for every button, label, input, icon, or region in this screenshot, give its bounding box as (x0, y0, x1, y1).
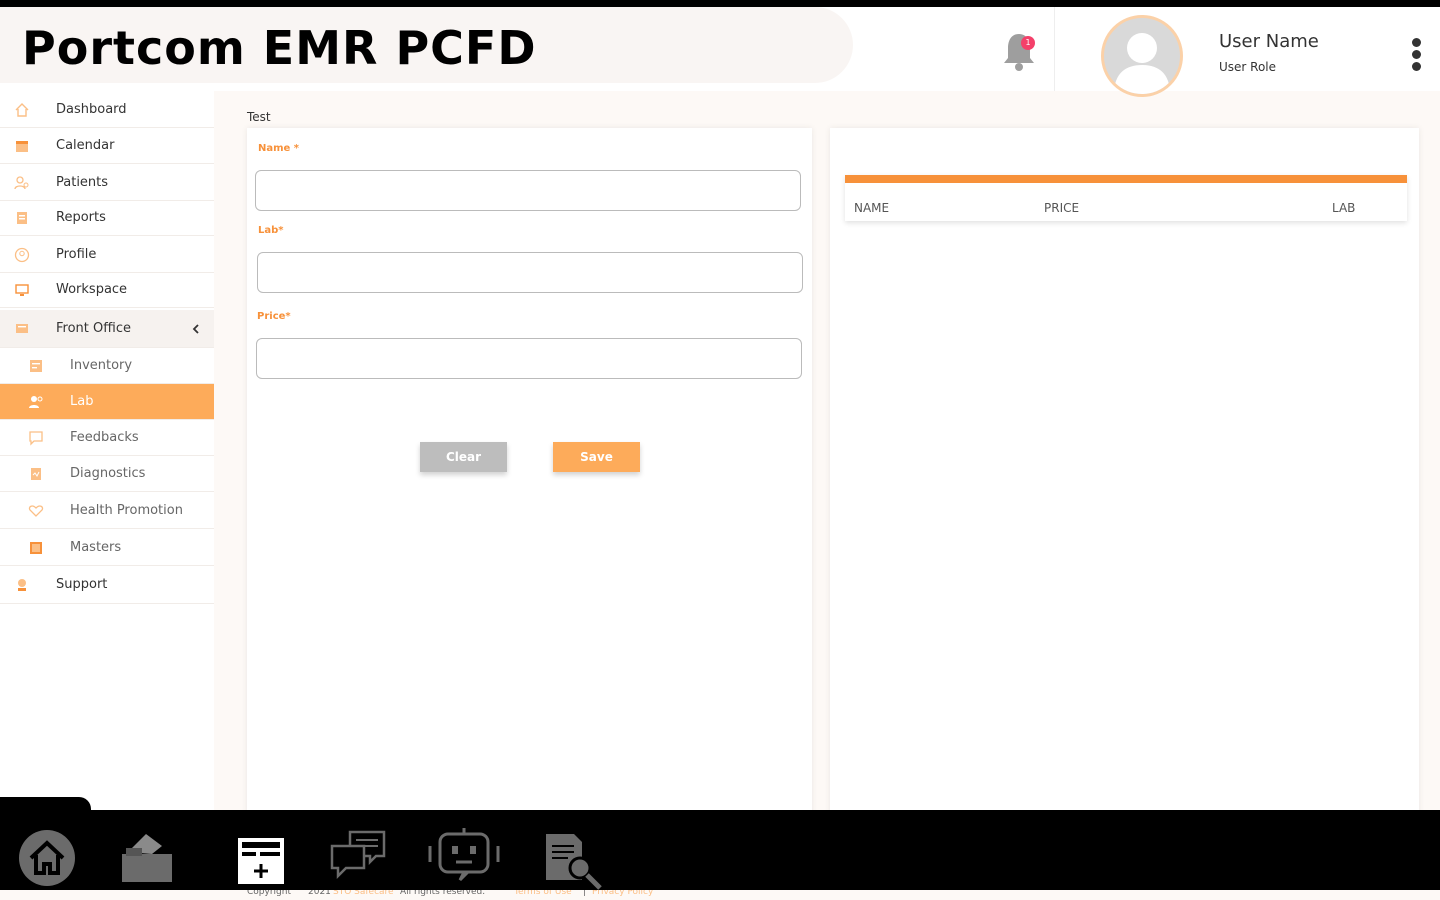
notification-badge: 1 (1021, 36, 1035, 50)
sidebar-item-workspace[interactable]: Workspace (0, 272, 214, 308)
clear-button[interactable]: Clear (420, 442, 507, 472)
column-header-lab[interactable]: LAB (1332, 201, 1355, 215)
column-header-name[interactable]: NAME (854, 201, 889, 215)
name-label: Name * (258, 143, 300, 154)
sidebar-item-label: Feedbacks (70, 430, 139, 445)
sidebar-item-label: Patients (56, 175, 109, 190)
lab-table-card (830, 128, 1419, 818)
chatbot-icon[interactable] (428, 828, 500, 888)
sidebar-item-masters[interactable]: Masters (0, 530, 214, 566)
top-border (0, 0, 1440, 7)
sidebar-item-dashboard[interactable]: Dashboard (0, 92, 214, 128)
user-avatar-icon (1114, 33, 1170, 94)
home-icon (15, 102, 29, 117)
sidebar-item-calendar[interactable]: Calendar (0, 128, 214, 164)
chat-icon[interactable] (328, 828, 388, 888)
avatar[interactable] (1101, 15, 1183, 97)
title-banner: Portcom EMR PCFD (0, 7, 853, 83)
sidebar-item-label: Profile (56, 247, 97, 262)
sidebar-item-health-promotion[interactable]: Health Promotion (0, 493, 214, 529)
sidebar-item-label: Reports (56, 210, 106, 225)
sidebar-item-label: Front Office (56, 321, 131, 336)
folder-icon[interactable] (118, 828, 178, 888)
support-icon (18, 578, 26, 591)
calendar-icon (16, 140, 28, 152)
sidebar-item-diagnostics[interactable]: Diagnostics (0, 456, 214, 492)
user-name: User Name (1219, 31, 1319, 52)
sidebar-item-label: Health Promotion (70, 503, 183, 518)
user-role: User Role (1219, 60, 1277, 74)
sidebar-item-label: Support (56, 577, 108, 592)
save-button[interactable]: Save (553, 442, 640, 472)
sidebar-item-lab[interactable]: Lab (0, 384, 214, 420)
sidebar-item-label: Inventory (70, 358, 133, 373)
bottom-taskbar (0, 810, 1440, 890)
sidebar-item-label: Lab (70, 394, 94, 409)
health-promotion-icon (28, 504, 44, 517)
sidebar-item-label: Diagnostics (70, 466, 146, 481)
diagnostics-icon (31, 467, 41, 480)
inventory-icon (30, 359, 42, 372)
header-divider (1054, 7, 1055, 91)
sidebar-item-label: Workspace (56, 282, 128, 297)
medical-card-icon[interactable] (236, 828, 288, 888)
more-options-icon[interactable] (1406, 38, 1426, 76)
breadcrumb: Test (247, 110, 271, 124)
app-title: Portcom EMR PCFD (22, 21, 537, 75)
sidebar-item-reports[interactable]: Reports (0, 200, 214, 236)
column-header-price[interactable]: PRICE (1044, 201, 1079, 215)
masters-icon (30, 541, 42, 554)
price-label: Price* (257, 311, 291, 322)
sidebar-item-label: Dashboard (56, 102, 127, 117)
workspace-icon (15, 283, 29, 296)
lab-form-card (247, 128, 812, 818)
feedbacks-icon (29, 430, 43, 446)
profile-icon (14, 247, 30, 262)
reports-icon (17, 211, 27, 224)
sidebar-item-support[interactable]: Support (0, 566, 214, 604)
sidebar-item-front-office[interactable]: Front Office (0, 310, 214, 348)
home-icon[interactable] (17, 828, 77, 888)
lab-icon (29, 395, 43, 408)
lab-table: NAME PRICE LAB (845, 175, 1407, 221)
price-input[interactable] (256, 338, 802, 379)
front-office-icon (16, 323, 28, 333)
sidebar-item-profile[interactable]: Profile (0, 237, 214, 273)
lab-input[interactable] (257, 252, 803, 293)
sidebar-item-label: Calendar (56, 138, 115, 153)
sidebar-item-feedbacks[interactable]: Feedbacks (0, 420, 214, 456)
name-input[interactable] (255, 170, 801, 211)
chevron-left-icon[interactable] (190, 323, 202, 335)
sidebar-item-inventory[interactable]: Inventory (0, 348, 214, 384)
sidebar-item-label: Masters (70, 540, 122, 555)
sidebar-item-patients[interactable]: Patients (0, 165, 214, 201)
document-search-icon[interactable] (544, 828, 606, 894)
lab-label: Lab* (258, 225, 284, 236)
patients-icon (14, 175, 29, 189)
